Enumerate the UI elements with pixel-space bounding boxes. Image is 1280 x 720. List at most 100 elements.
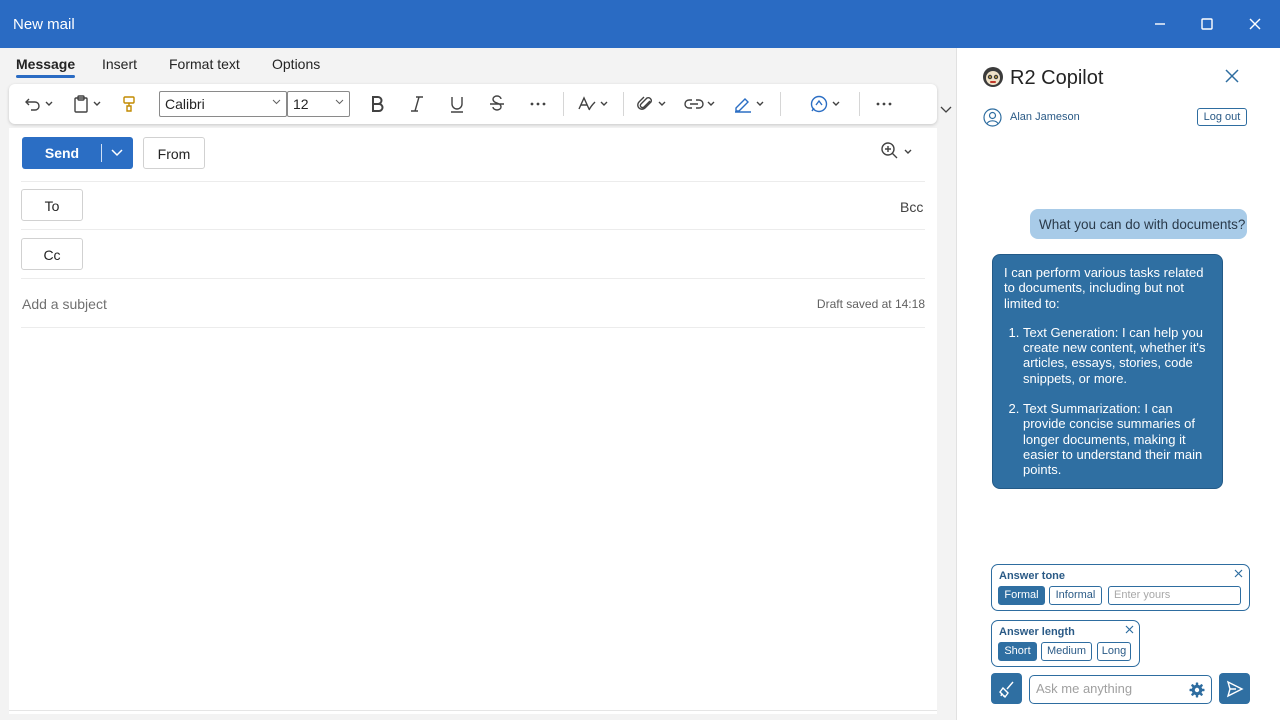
copilot-title: R2 Copilot (1010, 67, 1104, 89)
user-icon (983, 108, 1002, 127)
gear-icon[interactable] (1189, 682, 1205, 698)
more-formatting-button[interactable] (529, 92, 547, 116)
assistant-list: Text Generation: I can help you create n… (1004, 325, 1210, 478)
ask-input-box (1029, 675, 1212, 704)
chevron-down-icon (93, 101, 101, 106)
chevron-down-icon (658, 101, 666, 106)
signature-button[interactable] (733, 92, 764, 116)
minimize-icon (1155, 23, 1165, 25)
answer-length-card: Answer length Short Medium Long (991, 620, 1140, 667)
send-label: Send (44, 145, 80, 161)
send-button[interactable]: Send (22, 137, 133, 169)
send-icon (1226, 680, 1244, 697)
divider (21, 229, 925, 230)
paste-button[interactable] (72, 92, 101, 116)
italic-button[interactable] (409, 92, 425, 116)
font-size-value: 12 (293, 96, 309, 112)
cc-button[interactable]: Cc (21, 238, 83, 270)
chevron-down-icon (272, 99, 281, 105)
font-name-select[interactable]: Calibri (159, 91, 287, 117)
chevron-down-icon (600, 101, 608, 106)
zoom-button[interactable] (881, 142, 915, 165)
maximize-icon (1201, 18, 1213, 30)
tab-options[interactable]: Options (272, 56, 320, 72)
bcc-button[interactable]: Bcc (900, 199, 923, 215)
length-medium-chip[interactable]: Medium (1041, 642, 1092, 661)
logout-button[interactable]: Log out (1197, 108, 1247, 126)
tone-formal-chip[interactable]: Formal (998, 586, 1045, 605)
tab-message[interactable]: Message (16, 56, 76, 78)
undo-button[interactable] (24, 92, 53, 116)
from-button[interactable]: From (143, 137, 205, 169)
more-icon (530, 102, 546, 106)
chevron-down-icon (335, 99, 344, 105)
ribbon-tabs: Message Insert Format text Options (0, 48, 956, 84)
draft-status: Draft saved at 14:18 (816, 297, 925, 311)
ribbon-divider (623, 92, 624, 116)
chevron-down-icon (832, 101, 840, 106)
close-icon (1249, 18, 1261, 30)
styles-icon (578, 96, 596, 111)
format-painter-icon (123, 96, 135, 112)
tab-insert[interactable]: Insert (102, 56, 137, 72)
assistant-intro: I can perform various tasks related to d… (1004, 265, 1204, 311)
answer-tone-label: Answer tone (999, 570, 1066, 582)
close-icon[interactable] (1125, 625, 1134, 634)
format-painter-button[interactable] (121, 92, 137, 116)
title-bar: New mail (0, 0, 1280, 48)
undo-icon (25, 98, 40, 111)
message-sheet: Send From To Bcc Cc Add a subject Draft … (9, 128, 937, 714)
maximize-button[interactable] (1183, 0, 1231, 48)
copilot-button[interactable] (809, 92, 840, 116)
chevron-down-icon (756, 101, 764, 106)
list-item: Text Generation: I can help you create n… (1023, 325, 1210, 386)
font-size-select[interactable]: 12 (287, 91, 350, 117)
window-title: New mail (13, 16, 75, 33)
close-icon[interactable] (1234, 569, 1243, 578)
insert-link-button[interactable] (684, 92, 715, 116)
ribbon-divider (563, 92, 564, 116)
assistant-message: I can perform various tasks related to d… (992, 254, 1223, 489)
copilot-logo-icon (983, 67, 1003, 87)
font-name-value: Calibri (165, 96, 205, 112)
strikethrough-button[interactable] (489, 92, 505, 116)
bold-button[interactable] (369, 92, 385, 116)
ribbon-divider (780, 92, 781, 116)
chat-bubble-icon (810, 95, 828, 113)
attach-file-button[interactable] (637, 92, 666, 116)
clipboard-icon (74, 95, 88, 113)
clear-chat-button[interactable] (991, 673, 1022, 704)
length-long-chip[interactable]: Long (1097, 642, 1131, 661)
paperclip-icon (637, 96, 652, 110)
more-options-button[interactable] (875, 92, 893, 116)
compose-area: Message Insert Format text Options Calib… (0, 48, 956, 720)
link-icon (684, 99, 704, 109)
expand-ribbon-chevron-icon[interactable] (940, 106, 952, 114)
send-divider (101, 144, 102, 162)
chevron-down-icon (45, 101, 53, 106)
zoom-in-icon (881, 142, 912, 159)
bold-icon (372, 96, 384, 112)
ask-input[interactable] (1036, 681, 1181, 696)
custom-tone-input[interactable]: Enter yours (1108, 586, 1241, 605)
styles-button[interactable] (577, 92, 608, 116)
copilot-pane: R2 Copilot Alan Jameson Log out What you… (956, 48, 1280, 720)
underline-icon (451, 97, 463, 113)
close-window-button[interactable] (1231, 0, 1279, 48)
length-short-chip[interactable]: Short (998, 642, 1037, 661)
ribbon-divider (859, 92, 860, 116)
close-pane-icon[interactable] (1225, 69, 1239, 83)
send-message-button[interactable] (1219, 673, 1250, 704)
chevron-down-icon[interactable] (110, 146, 124, 160)
strikethrough-icon (490, 95, 504, 111)
answer-tone-card: Answer tone Formal Informal Enter yours (991, 564, 1250, 611)
to-button[interactable]: To (21, 189, 83, 221)
divider (9, 710, 937, 711)
underline-button[interactable] (449, 92, 465, 116)
subject-input[interactable]: Add a subject (22, 296, 107, 312)
tab-format-text[interactable]: Format text (169, 56, 240, 72)
minimize-button[interactable] (1136, 0, 1184, 48)
tone-informal-chip[interactable]: Informal (1049, 586, 1102, 605)
broom-icon (998, 681, 1014, 698)
list-item: Text Summarization: I can provide concis… (1023, 401, 1210, 477)
